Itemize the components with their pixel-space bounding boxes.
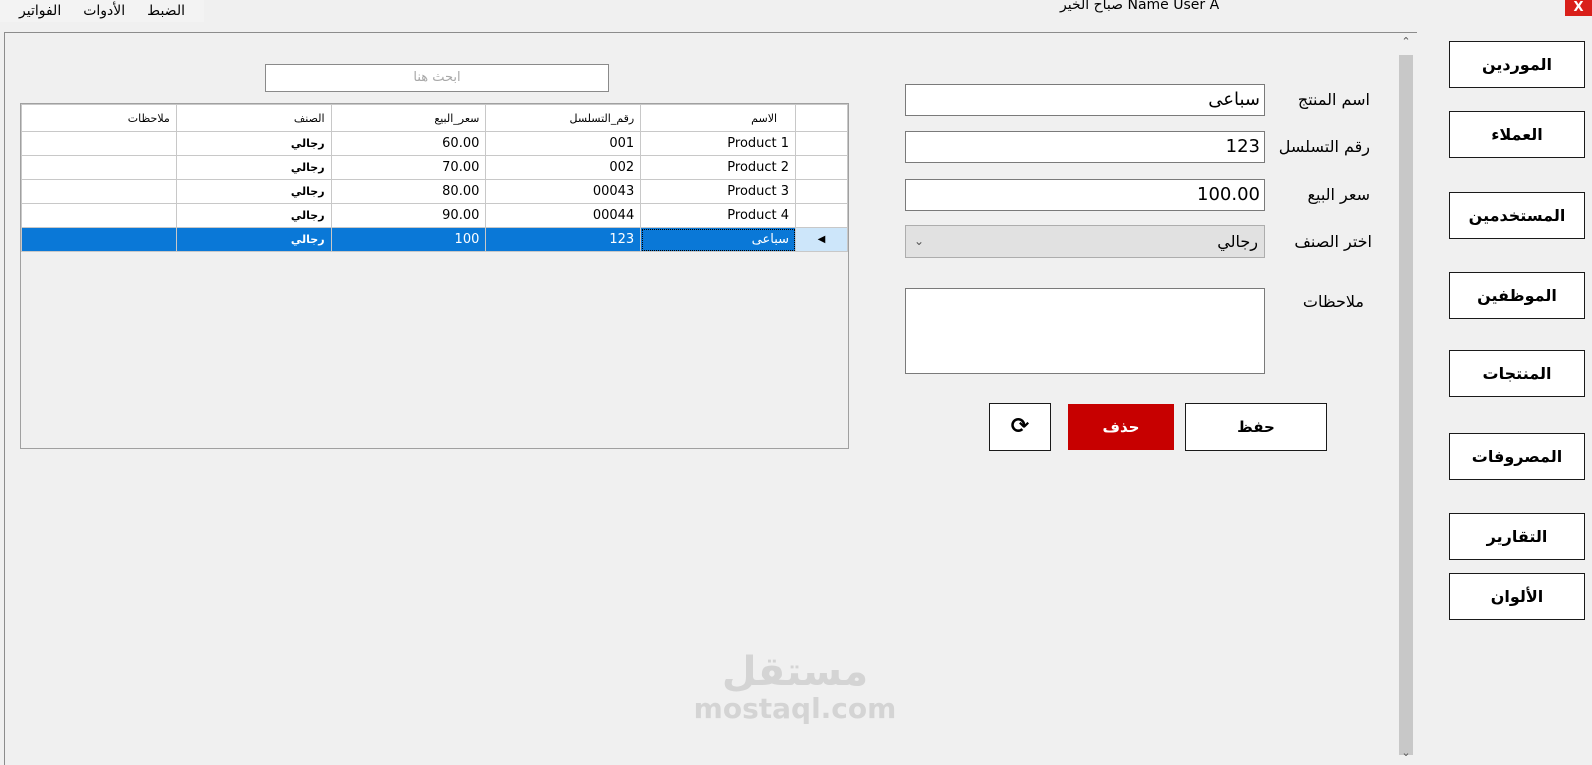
delete-button[interactable]: حذف: [1068, 404, 1174, 450]
cell-serial[interactable]: 002: [485, 155, 642, 180]
chevron-down-icon: ⌄: [914, 234, 925, 248]
table-row-selected[interactable]: رجالي 100 123 سباعى ◀: [21, 227, 848, 252]
notes-label: ملاحظات: [1302, 292, 1364, 311]
refresh-button[interactable]: ⟳: [989, 403, 1051, 451]
menu-item-invoices[interactable]: الفواتير: [19, 3, 61, 19]
cell-name[interactable]: Product 3: [640, 179, 797, 204]
cell-notes[interactable]: [21, 227, 177, 252]
watermark-latin: mostaql.com: [693, 692, 897, 725]
cell-category[interactable]: رجالي: [175, 179, 332, 204]
products-grid[interactable]: ملاحظات الصنف سعر_البيع رقم_التسلسل الاس…: [20, 103, 849, 449]
cell-name[interactable]: Product 4: [640, 203, 797, 228]
close-button[interactable]: X: [1565, 0, 1592, 16]
table-row[interactable]: رجالي 80.00 00043 Product 3: [21, 179, 848, 204]
cell-price[interactable]: 90.00: [330, 203, 487, 228]
scroll-down-icon[interactable]: ⌄: [1397, 744, 1415, 762]
cell-price[interactable]: 100: [330, 227, 487, 252]
grid-header-row: ملاحظات الصنف سعر_البيع رقم_التسلسل الاس…: [21, 104, 848, 132]
nav-suppliers-button[interactable]: الموردين: [1449, 41, 1585, 88]
cell-serial[interactable]: 00043: [485, 179, 642, 204]
table-row[interactable]: رجالي 70.00 002 Product 2: [21, 155, 848, 180]
menu-item-tools[interactable]: الأدوات: [83, 3, 125, 19]
column-header-notes[interactable]: ملاحظات: [21, 104, 177, 132]
watermark-logo: مستقل mostaql.com: [690, 650, 900, 724]
row-header-corner: [795, 104, 848, 132]
row-header[interactable]: [795, 155, 848, 180]
cell-name[interactable]: Product 2: [640, 155, 797, 180]
cell-category[interactable]: رجالي: [175, 203, 332, 228]
serial-field[interactable]: 123: [905, 131, 1265, 163]
search-input[interactable]: ابحث هنا: [265, 64, 609, 92]
cell-notes[interactable]: [21, 203, 177, 228]
product-name-field[interactable]: سباعى: [905, 84, 1265, 116]
menu-bar: الفواتير الأدوات الضبط: [0, 0, 204, 22]
cell-price[interactable]: 80.00: [330, 179, 487, 204]
category-select[interactable]: ⌄ رجالي: [905, 225, 1265, 258]
nav-products-button[interactable]: المنتجات: [1449, 350, 1585, 397]
column-header-category[interactable]: الصنف: [175, 104, 332, 132]
product-name-label: اسم المنتج: [1297, 90, 1370, 109]
cell-category[interactable]: رجالي: [175, 131, 332, 156]
cell-serial[interactable]: 001: [485, 131, 642, 156]
cell-category[interactable]: رجالي: [175, 227, 332, 252]
row-header[interactable]: [795, 179, 848, 204]
cell-notes[interactable]: [21, 155, 177, 180]
save-button[interactable]: حفظ: [1185, 403, 1327, 451]
nav-users-button[interactable]: المستخدمين: [1449, 192, 1585, 239]
title-bar: الفواتير الأدوات الضبط صباح الخير Name U…: [0, 0, 1592, 28]
cell-notes[interactable]: [21, 131, 177, 156]
scroll-up-icon[interactable]: ⌃: [1397, 33, 1415, 51]
cell-price[interactable]: 70.00: [330, 155, 487, 180]
cell-category[interactable]: رجالي: [175, 155, 332, 180]
cell-name[interactable]: سباعى: [640, 227, 797, 252]
notes-textarea[interactable]: [905, 288, 1265, 374]
vertical-scrollbar[interactable]: ⌃ ⌄: [1397, 33, 1415, 764]
nav-employees-button[interactable]: الموظفين: [1449, 272, 1585, 319]
category-select-value: رجالي: [1217, 232, 1258, 251]
row-header[interactable]: [795, 203, 848, 228]
price-label: سعر البيع: [1307, 185, 1370, 204]
nav-colors-button[interactable]: الألوان: [1449, 573, 1585, 620]
row-pointer-icon[interactable]: ◀: [795, 227, 848, 252]
watermark-arabic: مستقل: [721, 649, 869, 695]
category-label: اختر الصنف: [1294, 232, 1372, 251]
cell-name[interactable]: Product 1: [640, 131, 797, 156]
cell-serial[interactable]: 123: [485, 227, 642, 252]
nav-reports-button[interactable]: التقارير: [1449, 513, 1585, 560]
greeting-text: صباح الخير Name User A: [1060, 0, 1220, 13]
column-header-name[interactable]: الاسم: [640, 104, 797, 132]
nav-customers-button[interactable]: العملاء: [1449, 111, 1585, 158]
table-row[interactable]: رجالي 60.00 001 Product 1: [21, 131, 848, 156]
serial-label: رقم التسلسل: [1278, 137, 1370, 156]
column-header-serial[interactable]: رقم_التسلسل: [485, 104, 642, 132]
cell-notes[interactable]: [21, 179, 177, 204]
table-row[interactable]: رجالي 90.00 00044 Product 4: [21, 203, 848, 228]
nav-expenses-button[interactable]: المصروفات: [1449, 433, 1585, 480]
row-header[interactable]: [795, 131, 848, 156]
column-header-price[interactable]: سعر_البيع: [330, 104, 487, 132]
scrollbar-thumb[interactable]: [1399, 55, 1413, 755]
refresh-icon: ⟳: [1010, 414, 1030, 439]
price-field[interactable]: 100.00: [905, 179, 1265, 211]
menu-item-settings[interactable]: الضبط: [147, 3, 185, 19]
cell-price[interactable]: 60.00: [330, 131, 487, 156]
cell-serial[interactable]: 00044: [485, 203, 642, 228]
